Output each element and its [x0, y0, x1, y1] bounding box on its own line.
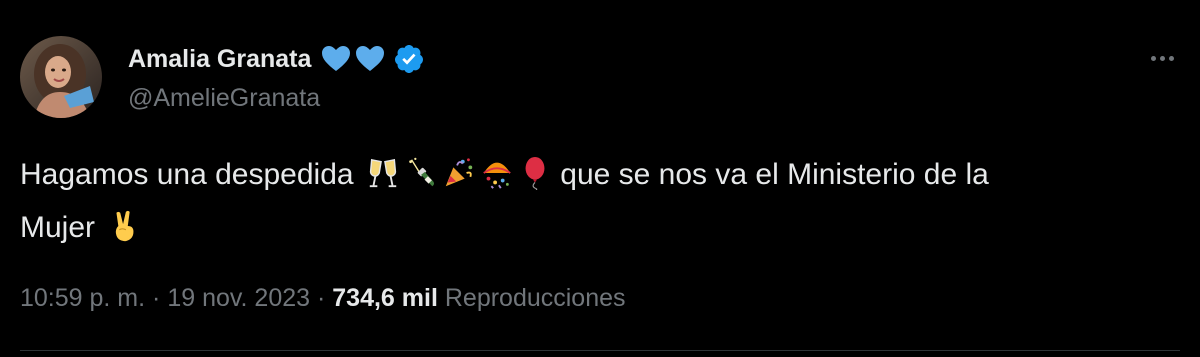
blue-heart-icon — [322, 46, 351, 71]
views-label: Reproducciones — [444, 284, 626, 312]
blue-heart-icon — [356, 46, 385, 71]
dot — [1150, 55, 1156, 61]
dot — [1159, 55, 1165, 61]
tweet-card: Amalia Granata @AmelieGranata Hagamos un… — [0, 0, 1200, 357]
dot — [1168, 55, 1174, 61]
verified-badge-icon[interactable] — [393, 43, 425, 75]
user-handle[interactable]: @AmelieGranata — [128, 84, 425, 113]
more-options-icon[interactable] — [1144, 48, 1180, 68]
tweet-date[interactable]: 19 nov. 2023 — [167, 284, 310, 312]
tweet-text-part: Mujer — [20, 211, 96, 244]
display-name[interactable]: Amalia Granata — [128, 45, 311, 74]
name-row: Amalia Granata — [128, 40, 425, 78]
champagne-icon — [409, 157, 434, 187]
tweet-time[interactable]: 10:59 p. m. — [20, 284, 145, 312]
meta-separator: · — [152, 284, 161, 312]
meta-separator: · — [316, 284, 326, 312]
avatar[interactable] — [20, 36, 102, 118]
clinking-glasses-icon — [369, 158, 397, 188]
views-count: 734,6 mil — [332, 284, 438, 312]
tweet-text-part: que se nos va el Ministerio de la — [560, 158, 989, 191]
tweet-meta: 10:59 p. m. · 19 nov. 2023 · 734,6 mil R… — [20, 284, 626, 313]
tweet-header: Amalia Granata @AmelieGranata — [128, 40, 425, 113]
victory-hand-icon — [116, 210, 134, 242]
tweet-text: Hagamos una despedida que se nos va el M… — [20, 148, 1180, 254]
balloon-icon — [525, 156, 545, 190]
party-popper-icon — [445, 158, 473, 187]
confetti-ball-icon — [483, 162, 511, 189]
avatar-image — [20, 36, 102, 118]
tweet-text-part: Hagamos una despedida — [20, 158, 354, 191]
divider — [20, 350, 1180, 351]
